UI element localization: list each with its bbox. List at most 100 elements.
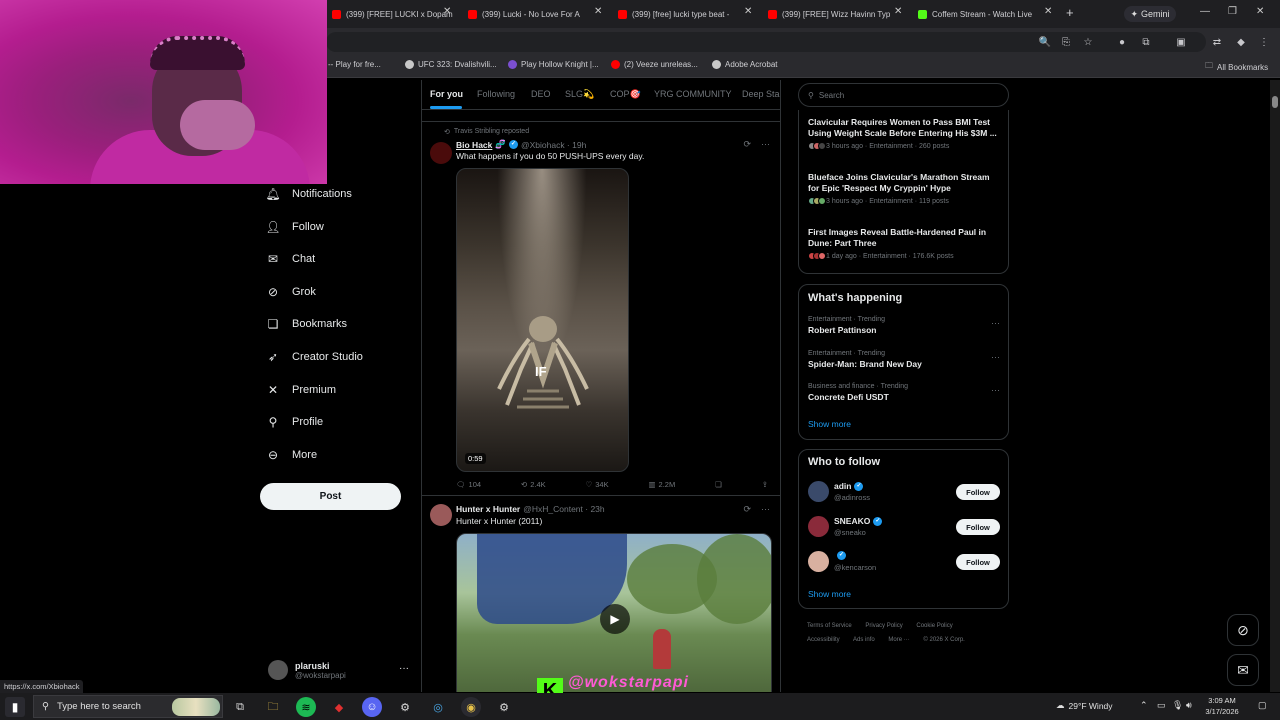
bookmark-item[interactable]: -- Play for fre...	[328, 60, 381, 69]
close-tab-icon[interactable]: ✕	[443, 6, 451, 17]
author-handle[interactable]: @HxH_Content · 23h	[523, 504, 604, 514]
taskbar-search-input[interactable]: ⚲ Type here to search	[33, 695, 223, 718]
spotify-icon[interactable]: ≋	[296, 697, 316, 717]
maximize-icon[interactable]: ❐	[1228, 6, 1237, 17]
more-icon[interactable]: ···	[991, 318, 1000, 328]
footer-link[interactable]: Privacy Policy	[865, 623, 902, 629]
discord-icon[interactable]: ☺	[362, 697, 382, 717]
app-icon[interactable]: ◆	[329, 697, 349, 717]
system-clock[interactable]: 3:09 AM 3/17/2026	[1202, 695, 1242, 717]
tweet[interactable]: ⟲ Travis Stribling reposted Bio Hack 🧬 ✓…	[422, 124, 780, 496]
install-icon[interactable]: ⎘	[1058, 34, 1074, 50]
follow-button[interactable]: Follow	[956, 484, 1000, 500]
tab-deep-state[interactable]: Deep Sta	[742, 89, 780, 99]
more-icon[interactable]: ···	[991, 352, 1000, 362]
footer-link[interactable]: More ···	[888, 637, 909, 643]
zoom-icon[interactable]: 🔍	[1037, 34, 1053, 50]
views-button[interactable]: ▥ 2.2M	[648, 480, 675, 489]
show-more-trends-link[interactable]: Show more	[808, 419, 851, 429]
trend-item[interactable]: Business and finance · Trending Concrete…	[808, 383, 1000, 402]
minimize-icon[interactable]: —	[1200, 6, 1210, 17]
app-icon[interactable]: ⚙	[395, 697, 415, 717]
account-more-icon[interactable]: ···	[399, 663, 409, 674]
nav-creator-studio[interactable]: ➶ Creator Studio	[266, 347, 363, 367]
file-explorer-icon[interactable]: 🗀	[263, 697, 283, 717]
footer-link[interactable]: Cookie Policy	[916, 623, 952, 629]
like-button[interactable]: ♡ 34K	[586, 480, 609, 489]
app-icon[interactable]: ◎	[428, 697, 448, 717]
grok-explain-icon[interactable]: ⟳	[743, 504, 751, 515]
nav-chat[interactable]: ✉ Chat	[266, 249, 315, 269]
follow-suggestion[interactable]: adin ✓ @adinross Follow	[808, 479, 1000, 507]
sidepanel-icon[interactable]: ▣	[1173, 34, 1189, 50]
author-name[interactable]: Bio Hack	[456, 140, 492, 150]
follow-button[interactable]: Follow	[956, 519, 1000, 535]
account-switcher[interactable]: plaruski @wokstarpapi ···	[268, 655, 413, 685]
browser-tab-4[interactable]: (399) [FREE] Wizz Havinn Typ	[768, 4, 903, 24]
browser-tab-1[interactable]: (399) [FREE] LUCKI x Dopam	[332, 4, 454, 24]
star-icon[interactable]: ☆	[1080, 34, 1096, 50]
footer-link[interactable]: Terms of Service	[807, 623, 852, 629]
bookmark-item[interactable]: Adobe Acrobat	[712, 60, 777, 69]
author-handle[interactable]: @Xbiohack · 19h	[521, 140, 586, 150]
task-view-icon[interactable]: ⧉	[230, 697, 250, 717]
nav-grok[interactable]: ⊘ Grok	[266, 282, 316, 302]
bookmark-item[interactable]: (2) Veeze unreleas...	[611, 60, 698, 69]
close-tab-icon[interactable]: ✕	[894, 6, 902, 17]
nav-profile[interactable]: ⚲ Profile	[266, 412, 324, 432]
settings-icon[interactable]: ⚙	[494, 697, 514, 717]
tab-yrg-community[interactable]: YRG COMMUNITY	[654, 89, 732, 99]
tab-cop[interactable]: COP🎯	[610, 89, 641, 100]
close-tab-icon[interactable]: ✕	[594, 6, 602, 17]
browser-tab-3[interactable]: (399) [free] lucki type beat -	[618, 4, 753, 24]
network-icon[interactable]: ▭	[1157, 700, 1166, 711]
follow-button[interactable]: Follow	[956, 554, 1000, 570]
cast-icon[interactable]: ⇄	[1209, 34, 1225, 50]
footer-link[interactable]: Accessibility	[807, 637, 840, 643]
gemini-button[interactable]: ✦ Gemini	[1124, 6, 1176, 22]
trend-item[interactable]: Entertainment · Trending Robert Pattinso…	[808, 316, 1000, 335]
notifications-icon[interactable]: ▢	[1258, 700, 1267, 711]
search-input[interactable]: ⚲ Search	[798, 83, 1009, 107]
bookmark-button[interactable]: ❏	[715, 480, 722, 489]
weather-widget[interactable]: ☁ 29°F Windy	[1056, 700, 1113, 711]
browser-tab-2[interactable]: (399) Lucki - No Love For A	[468, 4, 603, 24]
avatar[interactable]	[430, 142, 452, 164]
chrome-icon[interactable]: ◉	[461, 697, 481, 717]
more-icon[interactable]: ···	[761, 504, 770, 515]
tray-chevron-icon[interactable]: ⌃	[1140, 700, 1148, 711]
grok-fab-button[interactable]: ⊘	[1227, 614, 1259, 646]
author-name[interactable]: Hunter x Hunter	[456, 504, 520, 514]
news-item[interactable]: First Images Reveal Battle-Hardened Paul…	[808, 227, 1000, 260]
grok-explain-icon[interactable]: ⟳	[743, 139, 751, 150]
trend-item[interactable]: Entertainment · Trending Spider-Man: Bra…	[808, 350, 1000, 369]
news-item[interactable]: Clavicular Requires Women to Pass BMI Te…	[808, 117, 1000, 150]
share-button[interactable]: ⇪	[762, 480, 768, 489]
bookmark-item[interactable]: Play Hollow Knight |...	[508, 60, 599, 69]
nav-premium[interactable]: ✕ Premium	[266, 380, 336, 400]
tab-slg[interactable]: SLG💫	[565, 89, 594, 100]
repost-button[interactable]: ⟲ 2.4K	[521, 480, 546, 489]
footer-link[interactable]: Ads info	[853, 637, 875, 643]
volume-icon[interactable]: 🔊︎	[1186, 700, 1192, 711]
nav-bookmarks[interactable]: ❏ Bookmarks	[266, 314, 347, 334]
all-bookmarks-button[interactable]: 🗀 All Bookmarks	[1205, 60, 1268, 74]
puzzle-icon[interactable]: ⧉	[1138, 34, 1154, 50]
microphone-icon[interactable]: 🎙︎	[1172, 700, 1183, 711]
profile-icon[interactable]: ◆	[1233, 34, 1249, 50]
page-scrollbar[interactable]	[1270, 80, 1280, 692]
bookmark-item[interactable]: UFC 323: Dvalishvili...	[405, 60, 497, 69]
video-player[interactable]: IF 0:59	[456, 168, 629, 472]
more-icon[interactable]: ···	[761, 139, 770, 150]
address-bar[interactable]	[326, 32, 1206, 52]
close-tab-icon[interactable]: ✕	[1044, 6, 1052, 17]
show-more-follow-link[interactable]: Show more	[808, 589, 851, 599]
new-tab-button[interactable]: +	[1066, 5, 1074, 20]
nav-notifications[interactable]: 🔔︎ Notifications	[265, 184, 352, 204]
tab-following[interactable]: Following	[477, 89, 515, 99]
scrollbar-thumb[interactable]	[1272, 96, 1278, 108]
messages-fab-button[interactable]: ✉	[1227, 654, 1259, 686]
more-icon[interactable]: ···	[991, 385, 1000, 395]
nav-more[interactable]: ⊖ More	[266, 445, 317, 465]
extension-icon[interactable]: ●	[1114, 34, 1130, 50]
